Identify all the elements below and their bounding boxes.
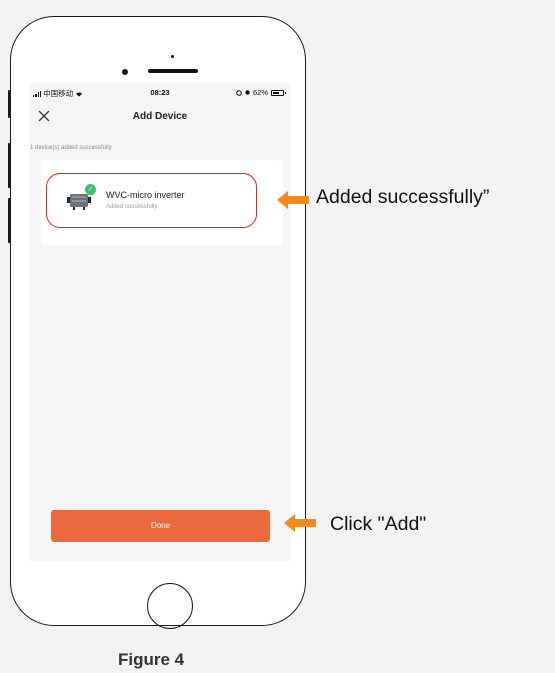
speaker-slot <box>148 69 198 73</box>
figure-caption: Figure 4 <box>118 650 185 669</box>
side-button-volume-down <box>8 198 11 243</box>
check-icon: ✓ <box>85 184 96 195</box>
annotation-added: Added successfully” <box>316 186 490 208</box>
device-status: Added successfully <box>106 204 158 210</box>
side-button-volume-up <box>8 143 11 188</box>
sensor-dot <box>171 55 174 58</box>
status-right: 62% <box>236 88 286 97</box>
annotation-click: Click "Add" <box>330 513 427 535</box>
device-name: WVC-micro inverter <box>106 190 185 200</box>
arrow-left-icon <box>284 514 316 532</box>
arrow-left-icon <box>277 191 309 209</box>
location-icon <box>245 89 250 95</box>
camera-dot <box>122 69 128 75</box>
battery-percent: 62% <box>252 88 268 97</box>
page-title: Add Device <box>132 111 188 122</box>
battery-icon <box>271 89 286 96</box>
done-button[interactable]: Done <box>51 510 270 542</box>
alarm-icon <box>236 89 242 96</box>
side-button-mute <box>8 90 11 118</box>
added-count-text: 1 device(s) added successfully <box>30 145 112 151</box>
device-card: ✓ WVC-micro inverter Added successfully <box>41 160 283 245</box>
device-item[interactable]: ✓ WVC-micro inverter Added successfully <box>46 173 257 228</box>
app-screen: 中国移动 08:23 62% Add Device 1 device(s) ad… <box>30 83 290 561</box>
status-bar: 中国移动 08:23 62% <box>30 83 290 101</box>
home-button[interactable] <box>147 583 193 629</box>
nav-bar: Add Device <box>30 105 290 127</box>
